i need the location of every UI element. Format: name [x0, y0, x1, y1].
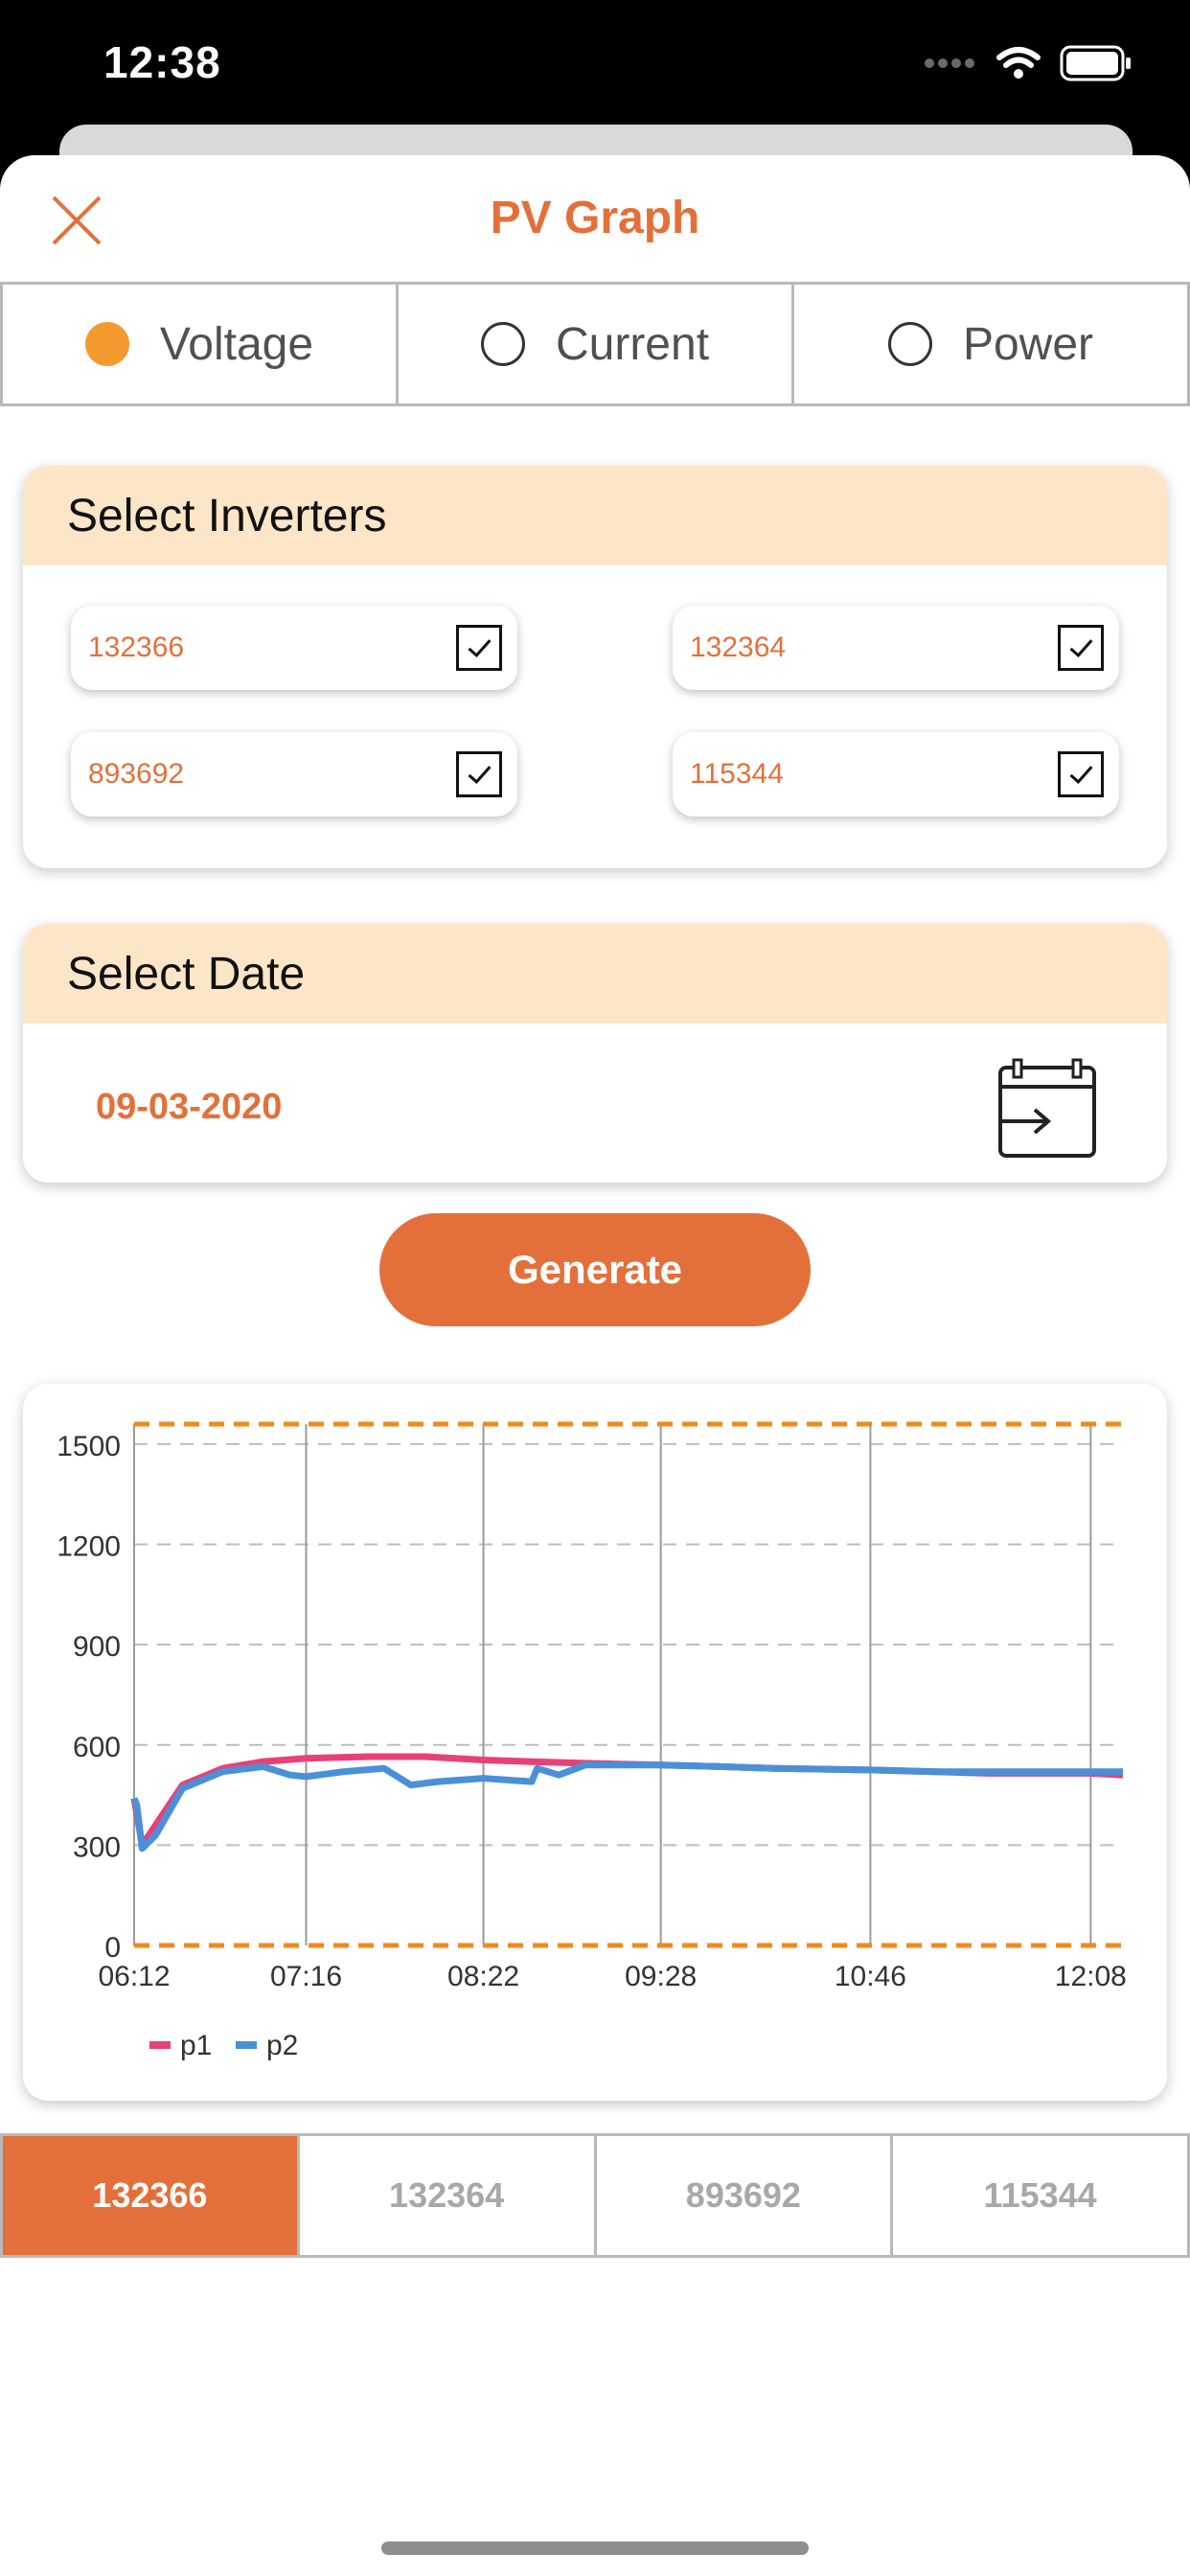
- cellular-signal-icon: [925, 58, 974, 68]
- status-icons: [924, 42, 1133, 84]
- x-tick-label: 10:46: [835, 1961, 906, 1992]
- select-date-card: Select Date 09-03-2020: [23, 924, 1167, 1183]
- option-current[interactable]: Current: [399, 285, 794, 403]
- x-tick-label: 07:16: [270, 1961, 342, 1992]
- radio-selected-icon: [84, 322, 129, 366]
- page-title: PV Graph: [490, 193, 700, 243]
- measure-selector: Voltage Current Power: [0, 282, 1190, 406]
- tab-inverter-132366[interactable]: 132366: [3, 2136, 300, 2255]
- card-heading: Select Date: [23, 924, 1167, 1024]
- legend-swatch-p1: [149, 2041, 171, 2049]
- x-tick-label: 06:12: [98, 1961, 170, 1992]
- inverter-option[interactable]: 132366: [71, 606, 517, 690]
- legend-label-p2: p2: [266, 2030, 298, 2061]
- home-indicator: [381, 2542, 809, 2555]
- wifi-icon: [996, 47, 1041, 79]
- inverter-id: 132366: [88, 632, 185, 663]
- y-tick-label: 1200: [57, 1531, 121, 1563]
- date-value[interactable]: 09-03-2020: [96, 1087, 282, 1128]
- y-tick-label: 300: [73, 1831, 121, 1863]
- radio-unselected-icon: [480, 322, 525, 366]
- inverter-tabs: 132366 132364 893692 115344: [0, 2133, 1190, 2258]
- pv-graph-sheet: PV Graph Voltage Current Power Select In…: [0, 155, 1190, 2576]
- checkbox-checked-icon[interactable]: [456, 625, 502, 671]
- status-bar: 12:38: [0, 0, 1190, 144]
- y-tick-label: 600: [73, 1732, 121, 1763]
- nav-bar: PV Graph: [0, 155, 1190, 282]
- inverter-id: 115344: [690, 758, 784, 790]
- option-label: Voltage: [159, 318, 314, 370]
- tab-inverter-893692[interactable]: 893692: [597, 2136, 894, 2255]
- y-tick-label: 1500: [57, 1431, 121, 1462]
- pv-voltage-chart: 0 300 600 900 1200 1500 06:12 07:16 08:22 09:28 10…: [57, 1421, 1127, 2061]
- tab-inverter-132364[interactable]: 132364: [300, 2136, 597, 2255]
- tab-inverter-115344[interactable]: 115344: [893, 2136, 1187, 2255]
- option-voltage[interactable]: Voltage: [3, 285, 399, 403]
- series-line-p2: [130, 1761, 1123, 1852]
- generate-button[interactable]: Generate: [379, 1213, 811, 1326]
- option-label: Current: [555, 318, 710, 370]
- y-tick-label: 0: [104, 1932, 121, 1964]
- checkbox-checked-icon[interactable]: [456, 751, 502, 797]
- battery-icon: [1060, 45, 1131, 81]
- x-tick-label: 09:28: [625, 1961, 697, 1992]
- calendar-icon[interactable]: [996, 1058, 1098, 1160]
- inverter-option[interactable]: 132364: [673, 606, 1119, 690]
- card-heading: Select Inverters: [23, 466, 1167, 565]
- y-tick-label: 900: [73, 1631, 121, 1663]
- option-label: Power: [962, 318, 1094, 370]
- checkbox-checked-icon[interactable]: [1058, 751, 1104, 797]
- option-power[interactable]: Power: [794, 285, 1187, 403]
- select-inverters-card: Select Inverters 132366 132364 893692 11…: [23, 466, 1167, 868]
- inverter-option[interactable]: 893692: [71, 732, 517, 816]
- inverter-id: 893692: [88, 758, 185, 790]
- radio-unselected-icon: [887, 322, 932, 366]
- x-tick-label: 08:22: [447, 1961, 519, 1992]
- checkbox-checked-icon[interactable]: [1058, 625, 1104, 671]
- legend-label-p1: p1: [180, 2030, 212, 2061]
- x-tick-label: 12:08: [1055, 1961, 1127, 1992]
- inverter-id: 132364: [690, 632, 787, 663]
- inverter-option[interactable]: 115344: [673, 732, 1119, 816]
- pv-chart-card: 0 300 600 900 1200 1500 06:12 07:16 08:22 09:28 10…: [23, 1384, 1167, 2101]
- legend-swatch-p2: [236, 2041, 257, 2049]
- status-time: 12:38: [103, 37, 221, 87]
